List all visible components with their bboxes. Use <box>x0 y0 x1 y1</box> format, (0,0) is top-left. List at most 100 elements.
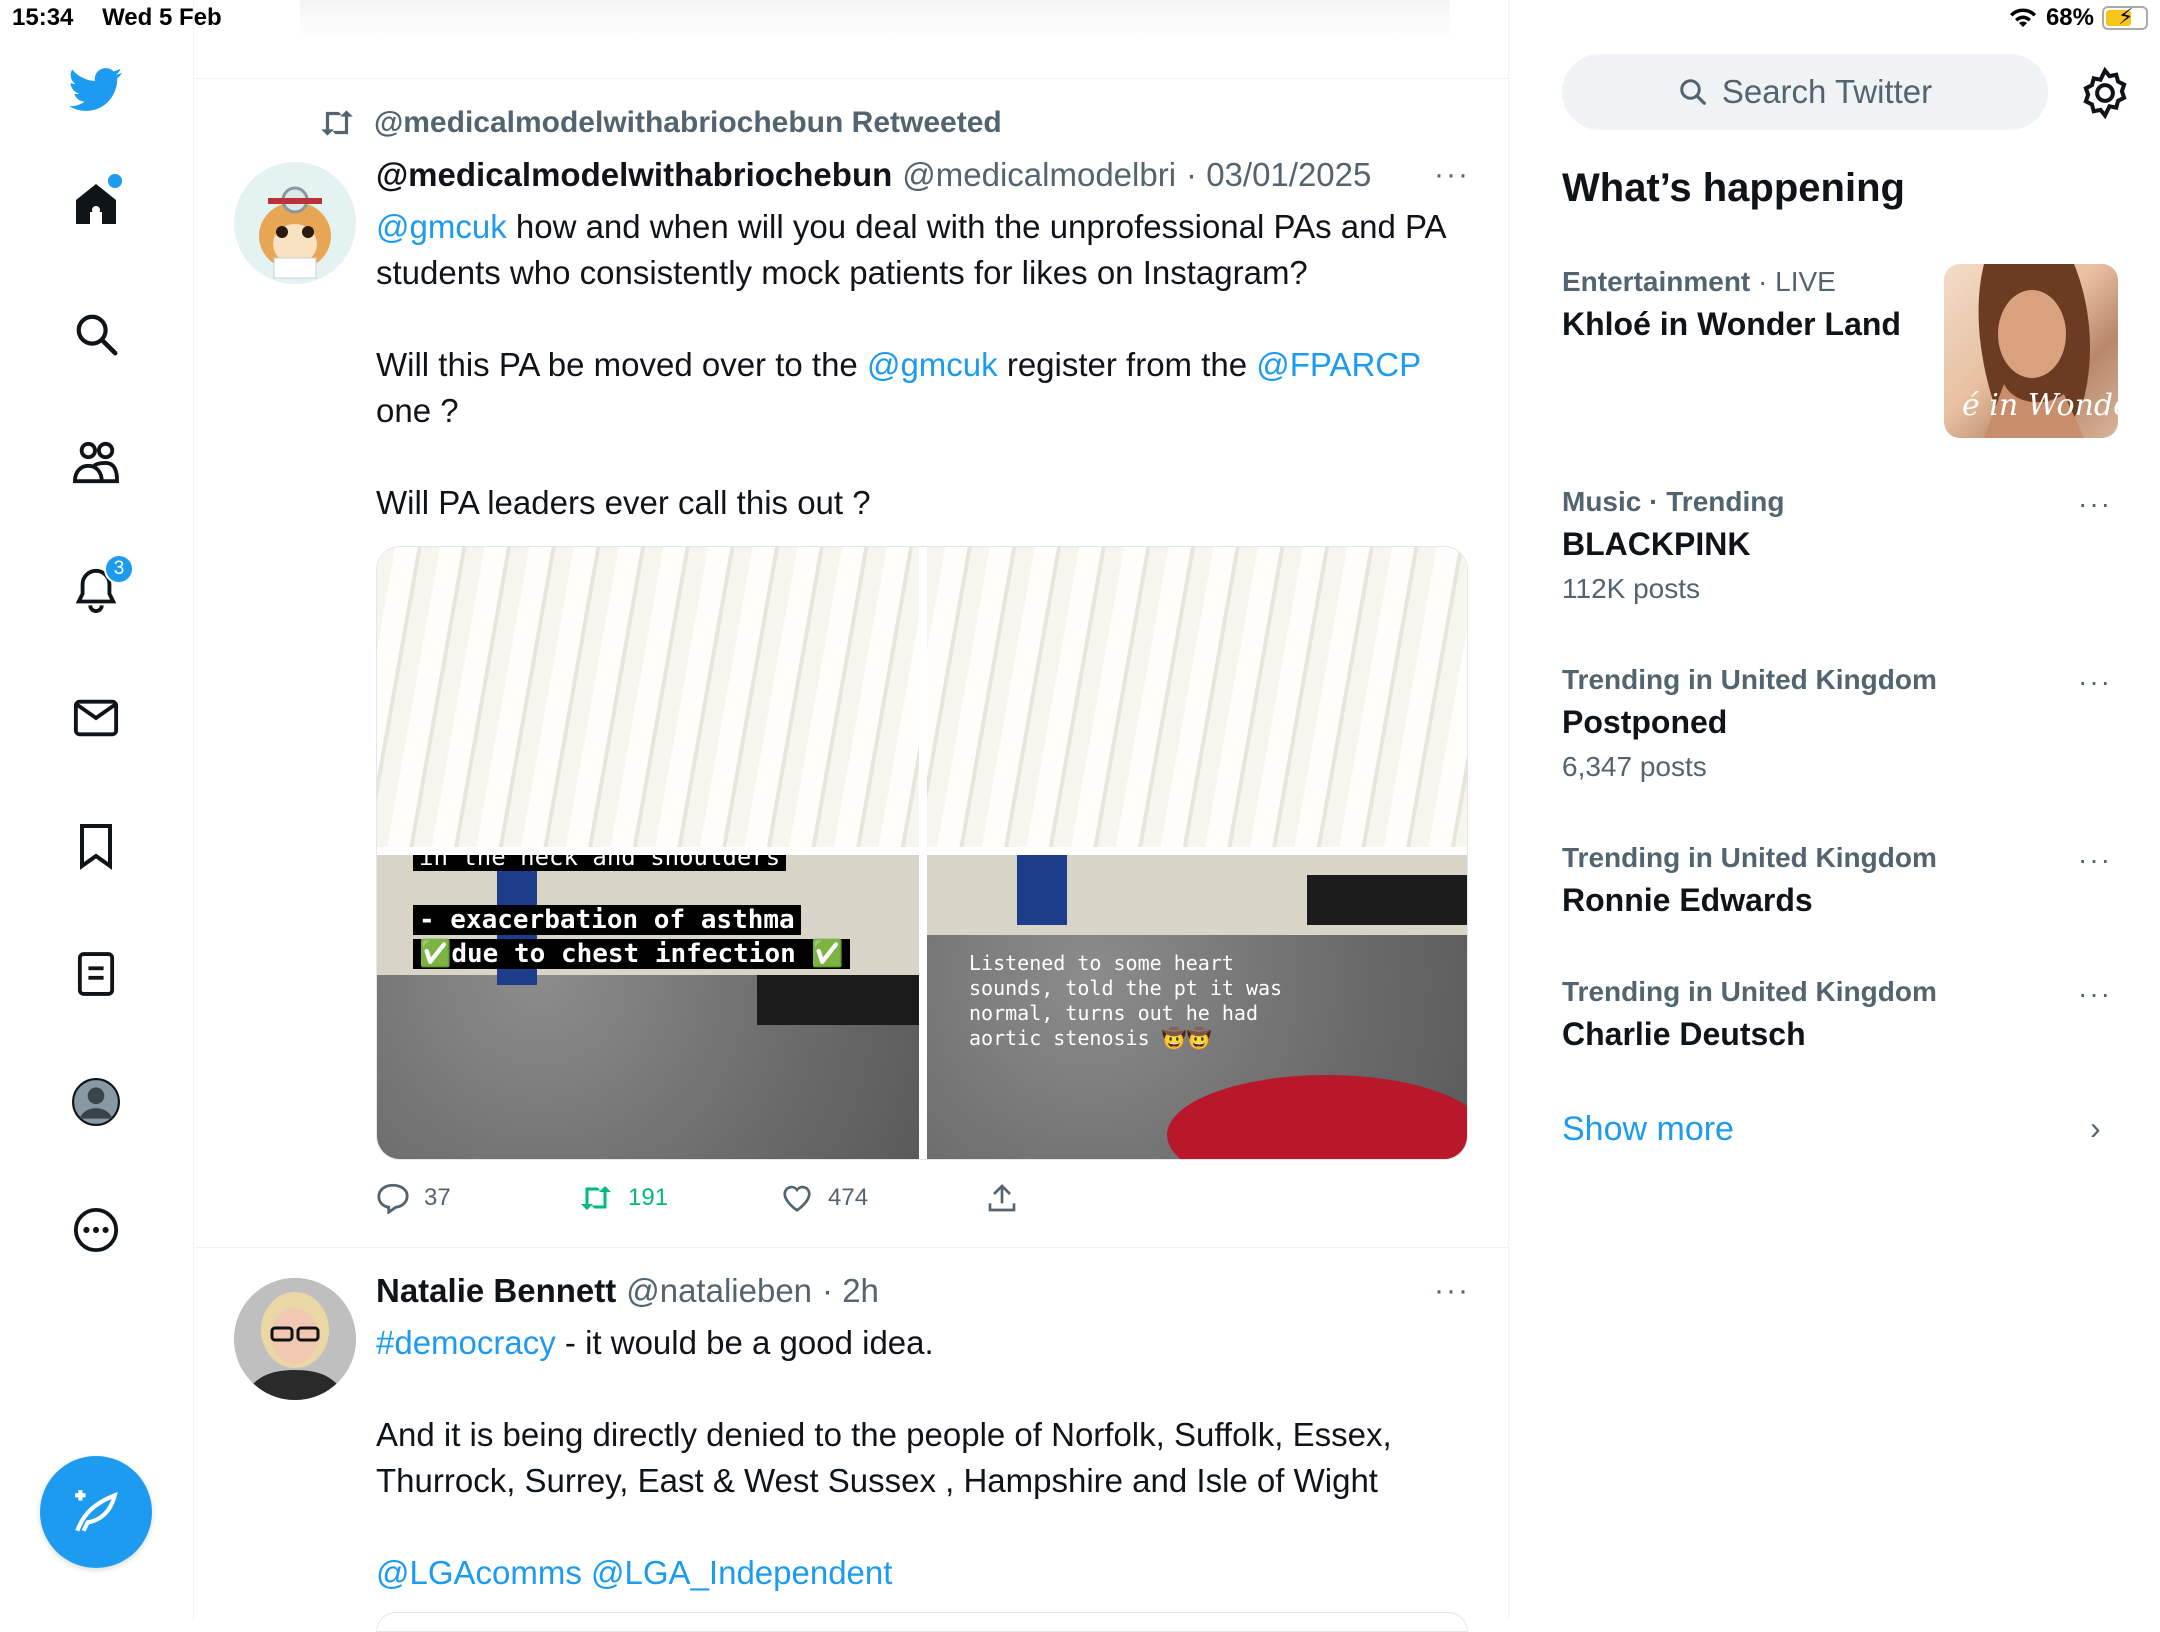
tweet2-avatar[interactable] <box>234 1278 356 1400</box>
tweet-divider <box>194 1247 1509 1248</box>
curtain-shape-2 <box>1017 855 1067 925</box>
tweet1-header: @medicalmodelwithabriochebun @medicalmod… <box>376 156 1371 194</box>
chevron-right-icon[interactable]: › <box>2090 1110 2101 1147</box>
tweet2-card-edge <box>376 1612 1468 1632</box>
trend-5-category: Trending in United Kingdom <box>1562 976 1937 1007</box>
tweet1-text-1: how and when will you deal with the unpr… <box>376 208 1445 291</box>
overlay-text-line2-span: due to chest infection <box>451 939 796 969</box>
trend-2-category: Music · Trending <box>1562 486 1785 517</box>
tweet2-header: Natalie Bennett @natalieben · 2h <box>376 1272 879 1310</box>
whats-happening-title: What’s happening <box>1562 166 1905 210</box>
tweet2-paragraph-2: And it is being directly denied to the p… <box>376 1416 1392 1499</box>
previous-tweet-remnant <box>300 0 1450 40</box>
tweet1-author-handle[interactable]: @medicalmodelbri <box>902 156 1176 194</box>
more-options-icon[interactable] <box>66 1200 126 1260</box>
trend-1-category-text: Entertainment <box>1562 266 1751 297</box>
search-small-icon <box>1680 79 1706 105</box>
red-chair-seat <box>1167 1075 1467 1159</box>
tweet1-image-3[interactable]: in the neck and shoulders - exacerbation… <box>377 855 919 1159</box>
tweet1-avatar[interactable] <box>234 162 356 284</box>
status-bar-right: 68% ⚡ <box>2008 4 2148 32</box>
retweet-indicator: @medicalmodelwithabriochebun Retweeted <box>318 106 1002 140</box>
mention-gmcuk[interactable]: @gmcuk <box>376 208 507 245</box>
trend-3-category: Trending in United Kingdom <box>1562 664 1937 695</box>
chair-shape <box>757 975 919 1025</box>
reply-button[interactable]: 37 <box>376 1182 451 1214</box>
timeline-divider-top <box>194 78 1509 79</box>
home-icon[interactable] <box>66 174 126 234</box>
trend-item-2[interactable]: Music · Trending BLACKPINK 112K posts <box>1562 486 2122 605</box>
twitter-logo-icon[interactable] <box>66 60 126 120</box>
messages-icon[interactable] <box>66 688 126 748</box>
show-more-link[interactable]: Show more <box>1562 1110 1734 1149</box>
home-new-dot <box>108 174 122 188</box>
share-button[interactable] <box>986 1182 1018 1214</box>
tweet2-more-button[interactable]: ··· <box>1434 1274 1470 1308</box>
battery-percent: 68% <box>2045 4 2094 31</box>
trend-3-more-button[interactable]: ··· <box>2078 666 2112 698</box>
search-icon[interactable] <box>66 304 126 364</box>
retweet-button[interactable]: 191 <box>578 1183 668 1213</box>
retweet-count: 191 <box>628 1184 669 1211</box>
tweet1-media-grid: in the neck and shoulders - exacerbation… <box>376 546 1468 1160</box>
tweet1-date[interactable]: · 03/01/2025 <box>1186 156 1371 194</box>
notifications-badge: 3 <box>104 554 134 584</box>
hamster-doctor-avatar-icon <box>259 186 331 279</box>
tweet1-paragraph-3: Will PA leaders ever call this out ? <box>376 484 871 521</box>
trend-item-3[interactable]: Trending in United Kingdom Postponed 6,3… <box>1562 664 2122 783</box>
overlay-caption: Listened to some heart sounds, told the … <box>969 951 1329 1051</box>
tweet2-mentions[interactable]: @LGAcomms @LGA_Independent <box>376 1550 1456 1596</box>
trend-2-name: BLACKPINK <box>1562 526 1751 562</box>
tweet1-text-2b: register from the <box>997 346 1257 383</box>
tweet1-text-2a: Will this PA be moved over to the <box>376 346 867 383</box>
compose-tweet-button[interactable] <box>40 1456 152 1568</box>
mention-gmcuk-2[interactable]: @gmcuk <box>867 346 998 383</box>
tweet2-author-name[interactable]: Natalie Bennett <box>376 1272 616 1310</box>
tweet1-image-4[interactable]: Listened to some heart sounds, told the … <box>927 855 1467 1159</box>
trend-item-1[interactable]: Entertainment · LIVE Khloé in Wonder Lan… <box>1562 266 1942 343</box>
tweet1-actions: 37 191 474 <box>376 1178 1468 1218</box>
mention-fparcp[interactable]: @FPARCP <box>1256 346 1420 383</box>
trend-5-more-button[interactable]: ··· <box>2078 978 2112 1010</box>
like-count: 474 <box>828 1184 869 1211</box>
overlay-caption-emoji: 🤠🤠 <box>1161 1026 1212 1050</box>
retweet-icon <box>581 1186 611 1210</box>
trend-4-more-button[interactable]: ··· <box>2078 844 2112 876</box>
trend-1-name: Khloé in Wonder Land <box>1562 306 1901 342</box>
lists-icon[interactable] <box>66 944 126 1004</box>
tweet1-more-button[interactable]: ··· <box>1434 158 1470 192</box>
trend-3-name: Postponed <box>1562 704 1728 740</box>
tweet1-paragraph-1: @gmcuk how and when will you deal with t… <box>376 204 1456 296</box>
tweet1-author-name[interactable]: @medicalmodelwithabriochebun <box>376 156 892 194</box>
trend-1-image[interactable]: é in Wonder L <box>1944 264 2118 438</box>
communities-icon[interactable] <box>66 432 126 492</box>
bookmarks-icon[interactable] <box>66 816 126 876</box>
overlay-caption-text: Listened to some heart sounds, told the … <box>969 951 1283 1050</box>
compose-feather-icon <box>75 1490 118 1532</box>
tweet2-text-1: - it would be a good idea. <box>555 1324 934 1361</box>
trend-3-posts: 6,347 posts <box>1562 751 1707 782</box>
profile-avatar-icon[interactable] <box>66 1072 126 1132</box>
tweet1-image-1[interactable] <box>377 547 919 847</box>
battery-icon: ⚡ <box>2102 4 2148 30</box>
retweet-label: @medicalmodelwithabriochebun Retweeted <box>374 106 1002 139</box>
trend-item-4[interactable]: Trending in United Kingdom Ronnie Edward… <box>1562 842 2122 919</box>
trend-item-5[interactable]: Trending in United Kingdom Charlie Deuts… <box>1562 976 2122 1053</box>
chair-shape-2 <box>1307 875 1467 925</box>
heart-icon <box>783 1185 811 1212</box>
left-navigation: 3 <box>0 0 194 1620</box>
tweet2-author-handle[interactable]: @natalieben <box>626 1272 812 1310</box>
tweet2-time[interactable]: · 2h <box>822 1272 879 1310</box>
trend-2-more-button[interactable]: ··· <box>2078 488 2112 520</box>
notifications-icon[interactable]: 3 <box>66 554 134 620</box>
trend-4-name: Ronnie Edwards <box>1562 882 1813 918</box>
trend-1-live: · LIVE <box>1750 266 1836 297</box>
tweet1-image-2[interactable] <box>927 547 1467 847</box>
settings-gear-icon[interactable] <box>2078 66 2132 120</box>
hashtag-democracy[interactable]: #democracy <box>376 1324 556 1361</box>
tweet1-text-2c: one ? <box>376 392 459 429</box>
overlay-text-line0: in the neck and shoulders <box>413 855 787 871</box>
like-button[interactable]: 474 <box>780 1183 868 1213</box>
search-bar[interactable]: Search Twitter <box>1562 54 2048 130</box>
overlay-text-line0-span: in the neck and shoulders <box>413 855 787 871</box>
